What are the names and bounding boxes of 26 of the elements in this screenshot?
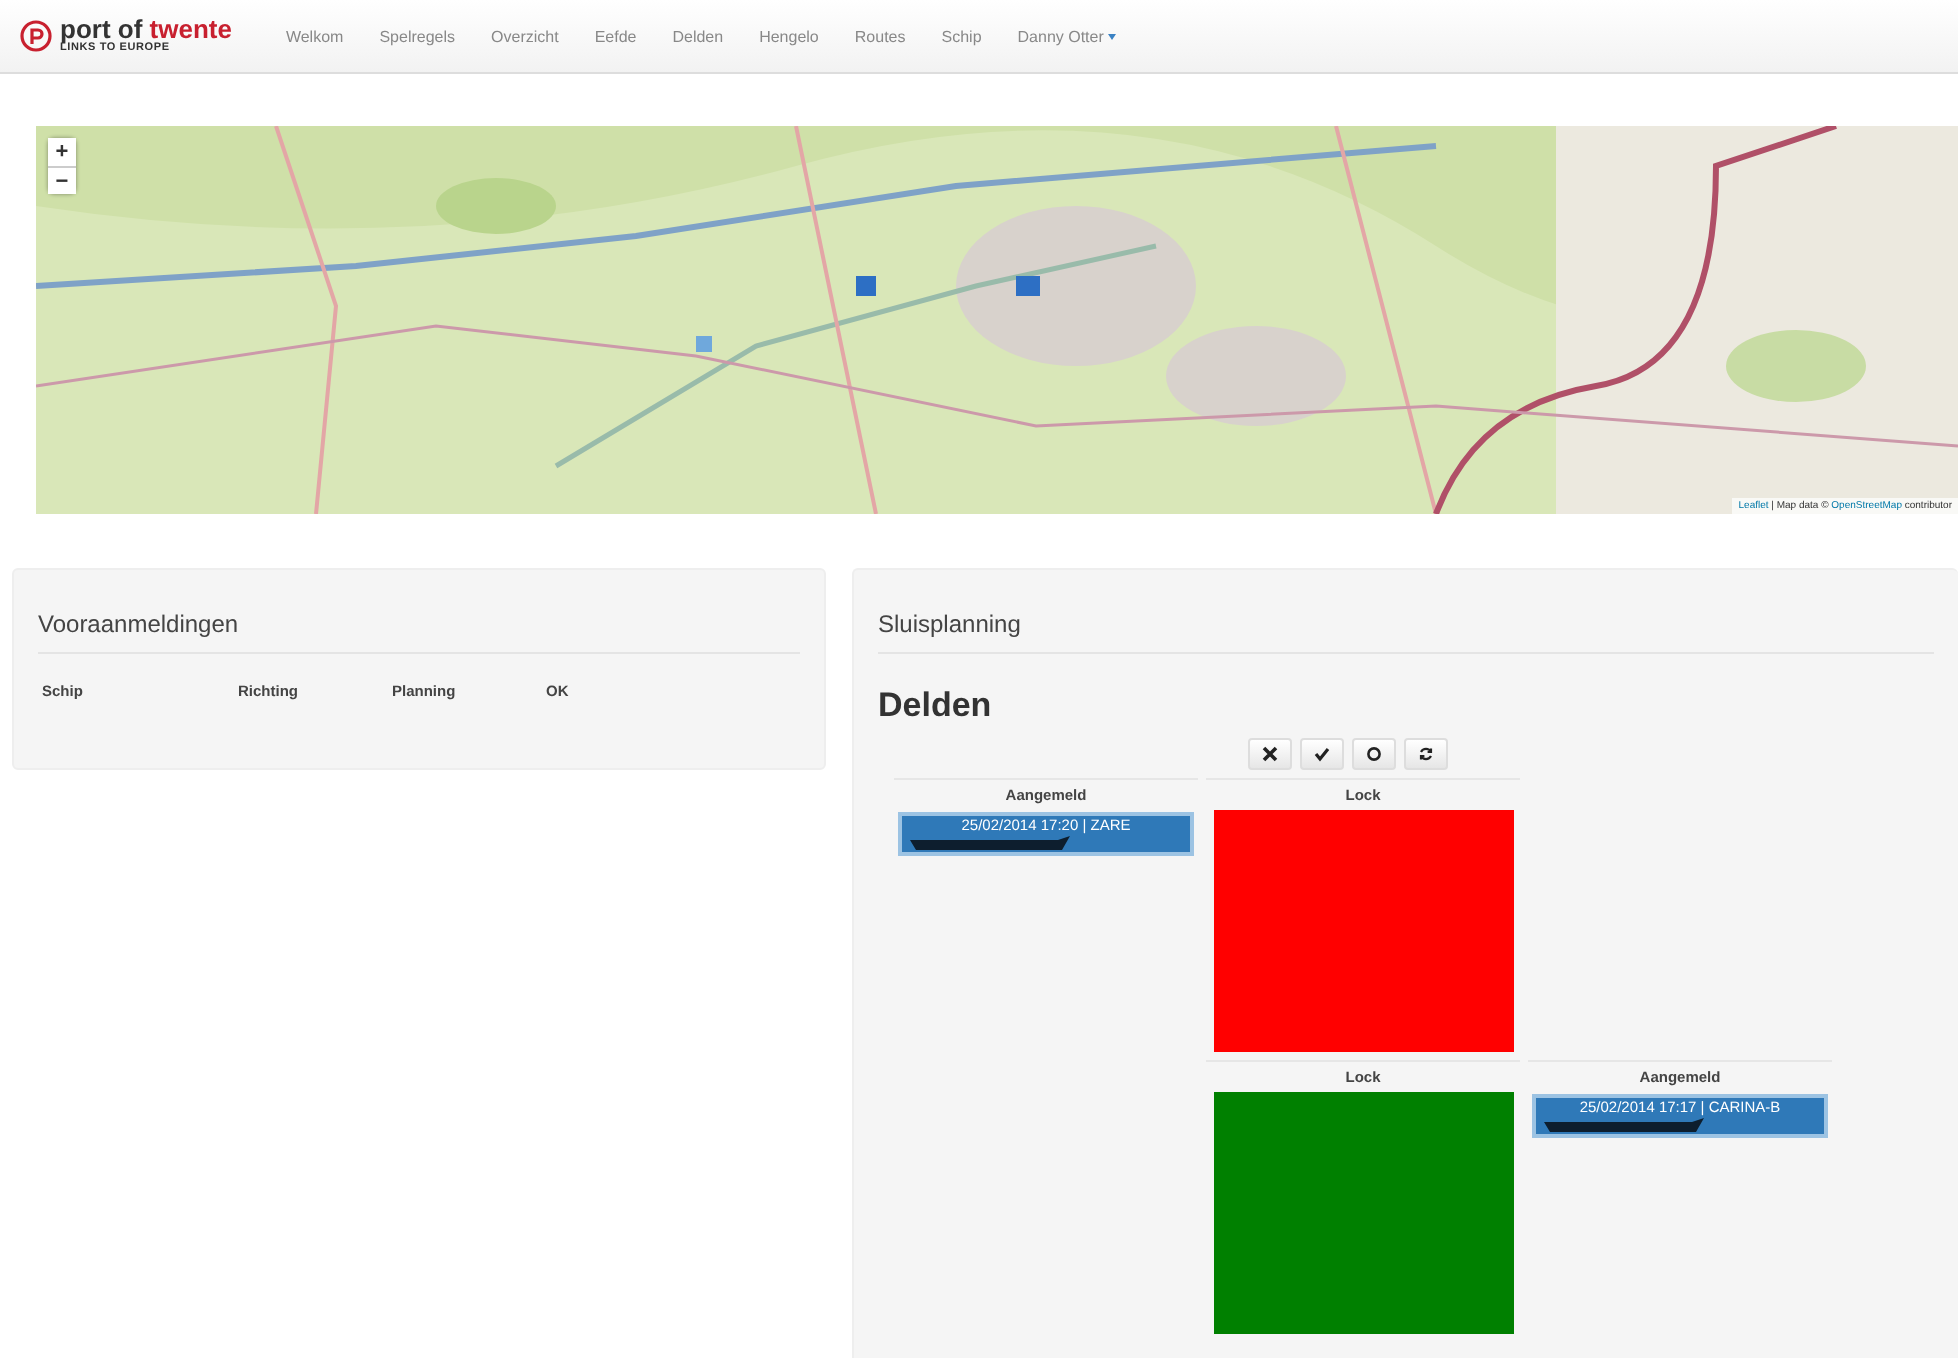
tool-button[interactable]	[1248, 738, 1292, 770]
panel-title: Vooraanmeldingen	[38, 570, 800, 654]
nav-link[interactable]: Spelregels	[361, 27, 474, 45]
zoom-in-button[interactable]: +	[48, 138, 76, 166]
ship-icon	[1544, 1118, 1704, 1132]
nav-link[interactable]: Schip	[923, 27, 1000, 45]
tool-button[interactable]	[1352, 738, 1396, 770]
ship-icon	[910, 836, 1070, 850]
panel-title: Sluisplanning	[878, 570, 1934, 654]
nav-link[interactable]: Delden	[654, 27, 742, 45]
nav-link[interactable]: Hengelo	[741, 27, 837, 45]
nav-link[interactable]: Overzicht	[473, 27, 577, 45]
close-icon	[1262, 746, 1278, 762]
user-menu[interactable]: Danny Otter	[999, 27, 1134, 45]
tool-button[interactable]	[1300, 738, 1344, 770]
logo-icon	[20, 20, 52, 52]
refresh-icon	[1418, 746, 1434, 762]
circle-icon	[1366, 746, 1382, 762]
nav-link[interactable]: Welkom	[267, 27, 362, 45]
lock-name: Delden	[878, 686, 994, 726]
tool-button[interactable]	[1404, 738, 1448, 770]
nav-link[interactable]: Routes	[836, 27, 924, 45]
check-icon	[1314, 746, 1330, 762]
brand-name[interactable]: port of twente	[60, 16, 232, 43]
zoom-out-button[interactable]: −	[48, 166, 76, 194]
nav-link[interactable]: Eefde	[576, 27, 655, 45]
